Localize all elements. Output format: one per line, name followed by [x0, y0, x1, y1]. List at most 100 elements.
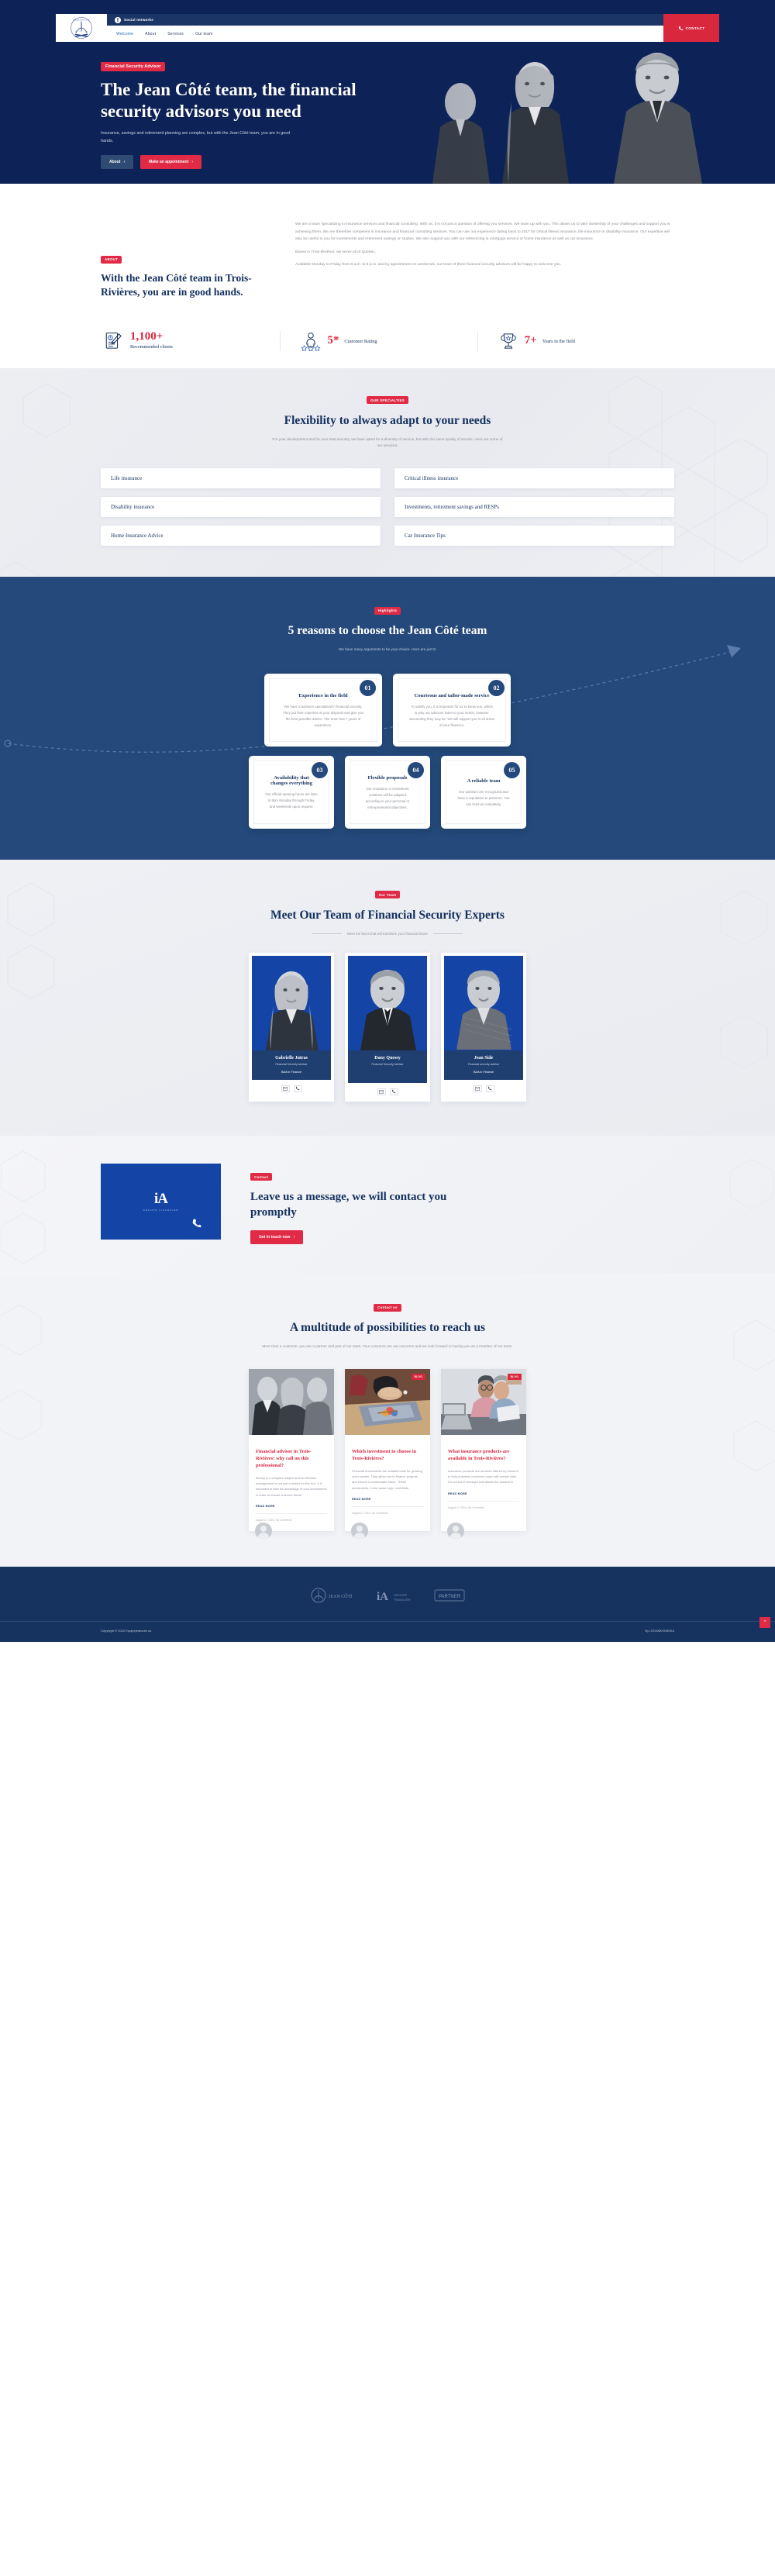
site-footer: JEAN CÔTÉ iA GROUPE FINANCIER PARTNER Co… — [0, 1567, 775, 1643]
ia-financial-group-card: iA GROUPE FINANCIER — [101, 1163, 221, 1240]
phone-icon — [192, 1219, 202, 1227]
phone-icon[interactable] — [485, 1085, 494, 1092]
avatar — [255, 1522, 272, 1540]
partner-logo-2-icon: iA GROUPE FINANCIER — [377, 1591, 411, 1603]
reasons-section: Highlights 5 reasons to choose the Jean … — [0, 577, 775, 860]
reason-number: 01 — [360, 679, 376, 696]
phone-icon — [678, 26, 683, 30]
hero-section: Financial Security Advisor The Jean Côté… — [0, 42, 775, 184]
stat-label: Recommended clients — [130, 344, 173, 350]
ia-logo-subtitle: GROUPE FINANCIER — [143, 1209, 179, 1212]
blog-post-card[interactable]: BLOG What insurance products are availab… — [441, 1368, 526, 1540]
chevron-up-icon: ^ — [763, 1620, 766, 1626]
phone-icon[interactable] — [389, 1088, 398, 1095]
mail-icon[interactable] — [473, 1085, 482, 1092]
divider-right — [432, 933, 463, 934]
svg-text:iA: iA — [377, 1591, 388, 1603]
specialty-card[interactable]: Critical illness insurance — [394, 468, 674, 489]
arrow-right-icon: › — [293, 1235, 295, 1240]
stat-number: 5* — [327, 334, 339, 347]
specialties-list: Life insurance Critical illness insuranc… — [101, 468, 674, 547]
reason-card: 02 Courteous and tailor-made service To … — [393, 673, 511, 747]
specialties-subtitle: For your development and for your total … — [272, 436, 503, 448]
avatar — [447, 1522, 464, 1540]
blog-post-title[interactable]: What insurance products are available in… — [448, 1449, 519, 1463]
ia-logo: iA — [153, 1191, 168, 1208]
specialty-card[interactable]: Life insurance — [101, 468, 381, 489]
svg-text:PARTNER: PARTNER — [439, 1595, 461, 1599]
team-member-degree: BAA in Finance — [252, 1070, 331, 1080]
team-member-photo — [348, 955, 427, 1050]
team-member-degree: BAA in Finance — [444, 1070, 523, 1080]
header-top-strip — [0, 0, 775, 8]
nav-item-our-team[interactable]: Our team — [195, 32, 212, 36]
partner-logo-3-icon: PARTNER — [434, 1589, 465, 1602]
specialties-title: Flexibility to always adapt to your need… — [284, 413, 491, 427]
blog-post-meta: August 12, 2024 • No Comments — [352, 1506, 423, 1515]
mail-icon[interactable] — [281, 1085, 290, 1092]
blog-post-image — [249, 1368, 334, 1435]
team-member-photo — [252, 955, 331, 1050]
blog-read-more-link[interactable]: READ MORE — [448, 1492, 519, 1495]
get-in-touch-label: Get in touch now — [259, 1235, 291, 1240]
nav-item-services[interactable]: Services — [167, 32, 184, 36]
specialty-card[interactable]: Home Insurance Advice — [101, 526, 381, 547]
blog-post-title[interactable]: Financial advisor in Trois-Rivières: why… — [256, 1449, 327, 1470]
header-contact-button[interactable]: CONTACT — [663, 14, 719, 42]
hero-appointment-button[interactable]: Make an appointment › — [140, 155, 202, 169]
hero-about-button[interactable]: About › — [101, 155, 134, 169]
specialty-card[interactable]: Car Insurance Tips — [394, 526, 674, 547]
site-logo[interactable]: ÉQUIPE JEAN CÔTÉ — [56, 14, 107, 42]
facebook-icon[interactable]: f — [115, 16, 121, 23]
blog-post-meta: August 12, 2024 • No Comments — [448, 1500, 519, 1509]
blog-read-more-link[interactable]: READ MORE — [352, 1498, 423, 1501]
reason-card: 03 Availability that changes everything … — [249, 755, 334, 829]
phone-icon[interactable] — [293, 1085, 302, 1092]
avatar — [351, 1522, 368, 1540]
arrow-right-icon: › — [123, 160, 126, 164]
team-member-photo — [444, 955, 523, 1050]
reasons-tag: Highlights — [374, 606, 401, 615]
reason-text: We have 3 advisors specialized in financ… — [283, 704, 363, 727]
get-in-touch-button[interactable]: Get in touch now › — [250, 1230, 304, 1245]
specialty-card[interactable]: Investments, retirement savings and RESP… — [394, 497, 674, 518]
nav-item-about[interactable]: About — [145, 32, 156, 36]
team-member-card: Gabrielle Jutras Financial Security Advi… — [249, 952, 334, 1102]
stat-customer-rating: 5* Customer Rating — [280, 330, 477, 351]
reason-text: To satisfy you, it is important for us t… — [409, 704, 494, 727]
reason-title: Availability that changes everything — [270, 775, 313, 787]
reason-card: 05 A reliable team Our advisors are reco… — [441, 755, 526, 829]
mail-icon[interactable] — [377, 1088, 386, 1095]
trophy-icon — [501, 333, 516, 349]
blog-post-meta: August 12, 2024 • No Comments — [256, 1513, 327, 1522]
blog-post-title[interactable]: Which investment to choose in Trois-Rivi… — [352, 1449, 423, 1463]
team-member-card: Dany Quessy Financial Security Advisor — [345, 952, 430, 1102]
blog-post-card[interactable]: Financial advisor in Trois-Rivières: why… — [249, 1368, 334, 1540]
specialty-card[interactable]: Disability insurance — [101, 497, 381, 518]
site-header: ÉQUIPE JEAN CÔTÉ f Social networks Welco… — [0, 0, 775, 42]
svg-text:JEAN CÔTÉ: JEAN CÔTÉ — [329, 1593, 352, 1599]
reason-card: 04 Flexible proposals Our insurance or i… — [345, 755, 430, 829]
blog-post-card[interactable]: BLOG Which investment to choose in Trois… — [345, 1368, 430, 1540]
header-contact-label: CONTACT — [685, 26, 705, 30]
team-member-role: Financial Security Advisor — [275, 1062, 308, 1066]
blog-title: A multitude of possibilities to reach us — [289, 1321, 486, 1335]
about-heading: With the Jean Côté team in Trois-Rivière… — [101, 272, 252, 298]
reasons-subtitle: We have many arguments to be your choice… — [338, 647, 437, 651]
team-member-degree — [348, 1076, 427, 1083]
footer-credit[interactable]: By LEDANKOMEDIA — [645, 1629, 674, 1633]
contact-section: iA GROUPE FINANCIER Contact Leave us a m… — [0, 1135, 775, 1274]
stat-label: Years in the field — [542, 338, 575, 344]
blog-section: Contact us A multitude of possibilities … — [0, 1274, 775, 1567]
person-stars-icon — [301, 332, 321, 351]
scroll-to-top-button[interactable]: ^ — [760, 1617, 770, 1629]
reason-number: 02 — [488, 679, 505, 696]
reason-number: 05 — [504, 761, 520, 778]
partner-logo-1-icon: JEAN CÔTÉ — [311, 1588, 352, 1603]
blog-read-more-link[interactable]: READ MORE — [256, 1505, 327, 1508]
hero-pill-badge: Financial Security Advisor — [101, 62, 166, 71]
team-member-role: Financial Security Advisor — [371, 1062, 404, 1066]
team-member-name: Dany Quessy — [374, 1055, 401, 1060]
reason-text: Our insurance or investment solutions wi… — [365, 786, 410, 809]
nav-item-welcome[interactable]: Welcome — [116, 32, 133, 36]
